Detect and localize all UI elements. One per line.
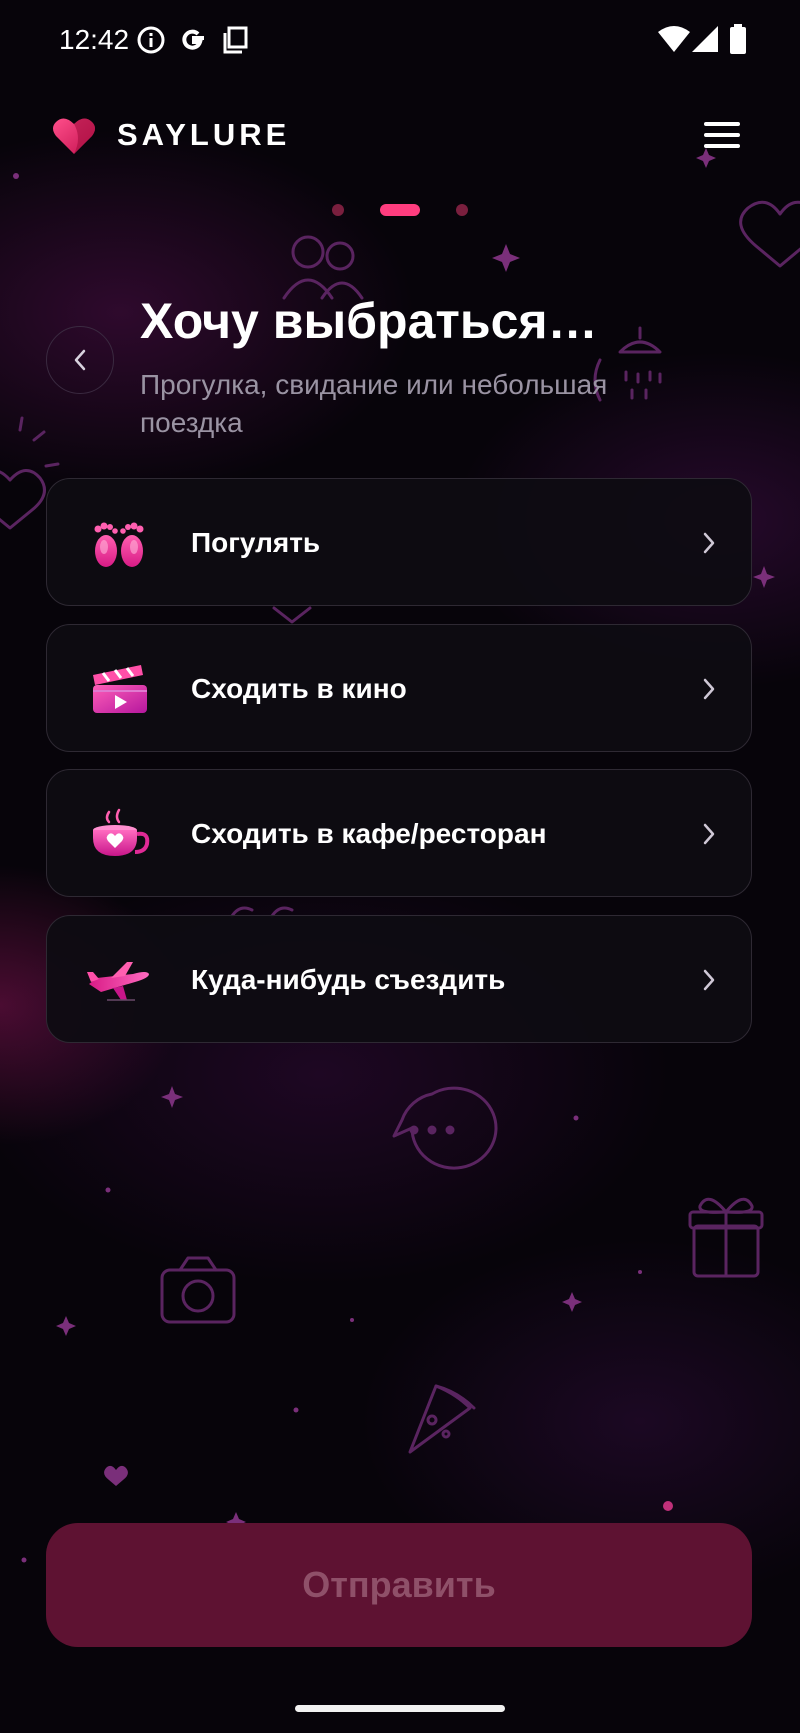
chevron-right-icon bbox=[703, 969, 715, 991]
footprints-icon bbox=[94, 522, 144, 567]
sparkle-bg-icon bbox=[753, 566, 775, 588]
chevron-right-icon bbox=[703, 532, 715, 554]
signal-icon bbox=[692, 26, 718, 52]
chevron-right-icon bbox=[703, 678, 715, 700]
chevron-right-icon bbox=[703, 823, 715, 845]
coffee-cup-icon bbox=[93, 808, 150, 856]
back-button[interactable] bbox=[46, 326, 114, 394]
pager-dot bbox=[332, 204, 344, 216]
option-cinema[interactable]: Сходить в кино bbox=[46, 624, 752, 752]
sparkle-bg-icon bbox=[562, 1292, 582, 1312]
option-label: Сходить в кафе/ресторан bbox=[191, 818, 547, 849]
sparkle-bg-icon bbox=[492, 244, 520, 272]
option-label: Куда-нибудь съездить bbox=[191, 964, 506, 995]
pager-dot bbox=[456, 204, 468, 216]
people-bg-icon bbox=[282, 235, 364, 300]
home-indicator[interactable] bbox=[295, 1705, 505, 1712]
pager-indicator bbox=[0, 202, 800, 216]
option-trip[interactable]: Куда-нибудь съездить bbox=[46, 915, 752, 1043]
hamburger-menu-icon[interactable] bbox=[700, 118, 744, 152]
page-title: Хочу выбраться… bbox=[140, 293, 598, 349]
camera-bg-icon bbox=[160, 1256, 236, 1324]
brand-name: SAYLURE bbox=[117, 117, 291, 152]
clapperboard-icon bbox=[93, 665, 147, 713]
gift-bg-icon bbox=[688, 1197, 764, 1278]
pager-dot-active bbox=[380, 204, 420, 216]
heart-logo-icon bbox=[53, 118, 95, 154]
google-icon bbox=[182, 29, 204, 50]
pizza-bg-icon bbox=[408, 1384, 476, 1454]
screenshot-icon bbox=[223, 26, 248, 54]
page-subtitle: Прогулка, свидание или небольшая поездка bbox=[140, 369, 608, 438]
option-label: Сходить в кино bbox=[191, 673, 407, 704]
airplane-icon bbox=[87, 962, 149, 1001]
chevron-left-icon bbox=[74, 349, 86, 371]
status-time: 12:42 bbox=[59, 24, 130, 55]
heart-small-bg-icon bbox=[104, 1465, 128, 1486]
option-cafe[interactable]: Сходить в кафе/ресторан bbox=[46, 769, 752, 897]
chat-bg-icon bbox=[392, 1086, 498, 1170]
submit-button[interactable]: Отправить bbox=[46, 1523, 752, 1647]
status-bar: 12:42 bbox=[0, 0, 800, 80]
option-walk[interactable]: Погулять bbox=[46, 478, 752, 606]
wifi-icon bbox=[658, 26, 690, 52]
sparkle-bg-icon bbox=[56, 1316, 76, 1336]
info-icon bbox=[137, 26, 165, 54]
sparkle-bg-icon bbox=[161, 1086, 183, 1108]
option-label: Погулять bbox=[191, 527, 321, 558]
battery-icon bbox=[730, 24, 746, 54]
